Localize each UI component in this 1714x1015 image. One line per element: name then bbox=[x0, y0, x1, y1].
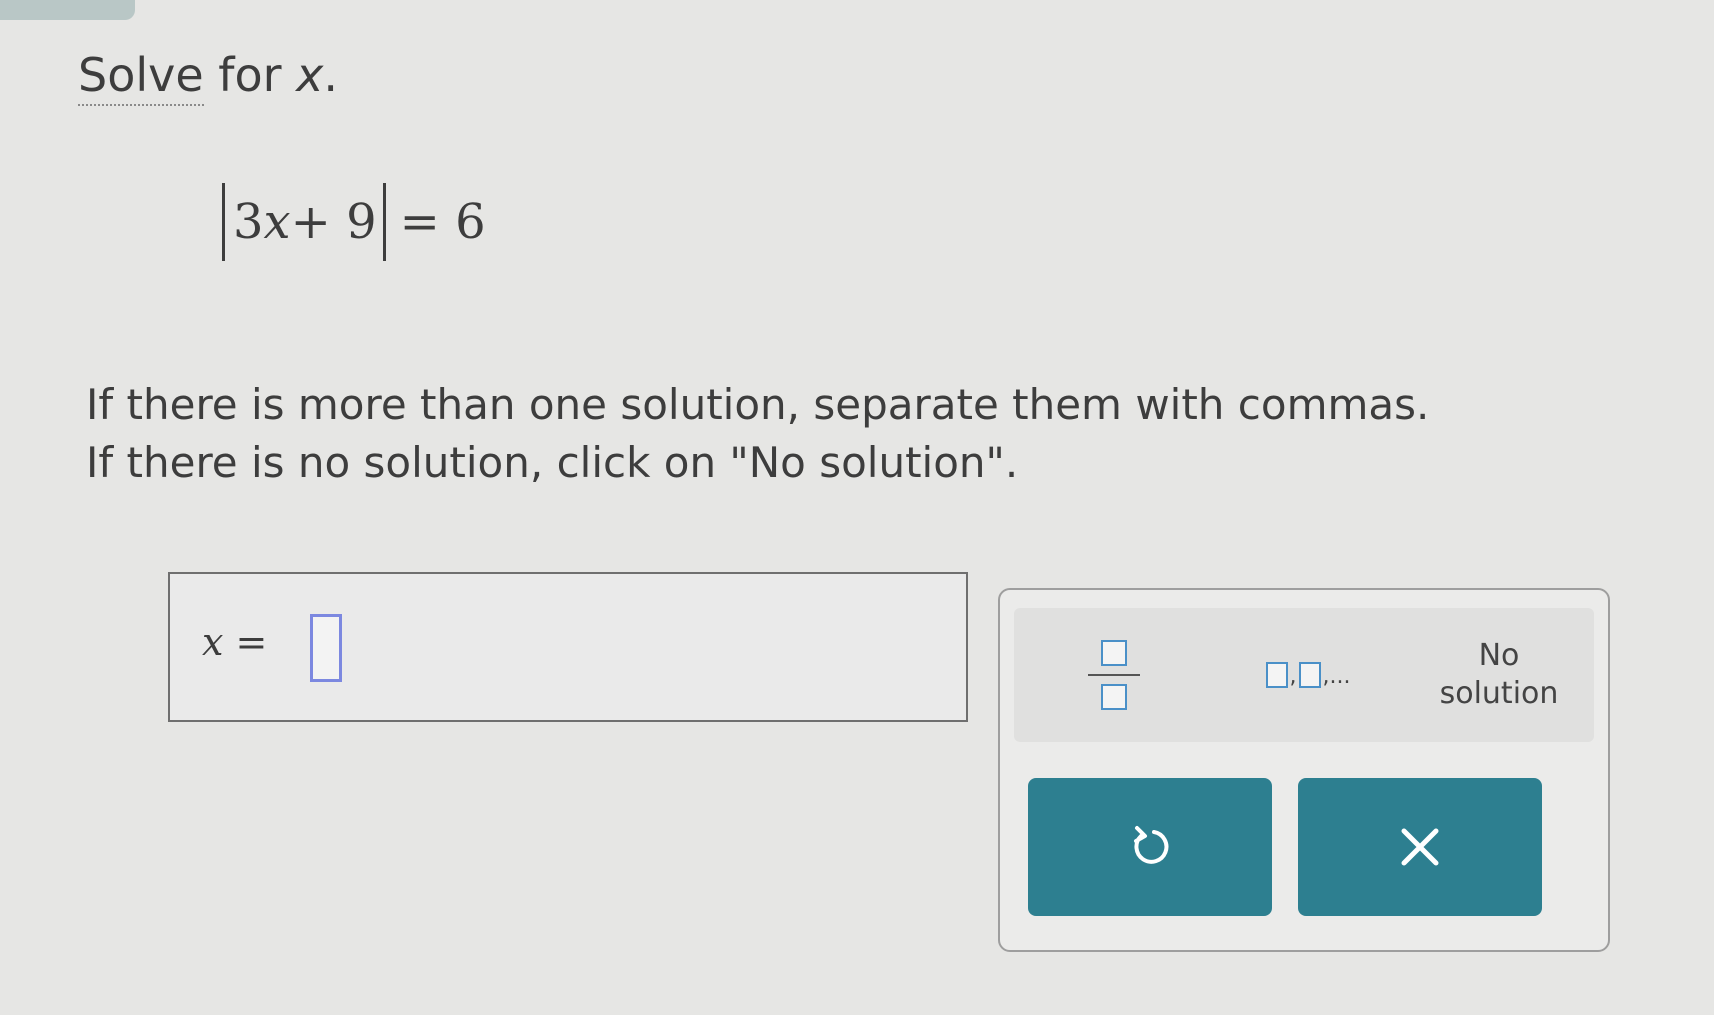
solve-link[interactable]: Solve bbox=[78, 48, 204, 106]
keypad-key-row: ,,... No solution bbox=[1014, 608, 1594, 742]
undo-button[interactable] bbox=[1028, 778, 1272, 916]
equation-coefficient: 3 bbox=[233, 194, 264, 250]
undo-icon bbox=[1134, 826, 1169, 864]
prompt-text: for bbox=[203, 48, 297, 102]
second-box-icon bbox=[1298, 662, 1321, 688]
answer-input[interactable] bbox=[310, 614, 342, 682]
equation: 3 x + 9 = 6 bbox=[222, 180, 486, 264]
absolute-bar-right bbox=[382, 183, 386, 261]
absolute-bar-left bbox=[222, 183, 225, 261]
question-prompt: Solve for x. bbox=[78, 48, 339, 106]
no-solution-line-2: solution bbox=[1439, 676, 1559, 711]
solution-list-button[interactable]: ,,... bbox=[1214, 608, 1404, 742]
list-ellipsis: ,... bbox=[1322, 664, 1351, 689]
clear-button[interactable] bbox=[1298, 778, 1542, 916]
no-solution-button[interactable]: No solution bbox=[1404, 608, 1594, 742]
answer-variable: x bbox=[202, 620, 224, 664]
answer-equals: = bbox=[223, 620, 268, 664]
denominator-box-icon bbox=[1101, 684, 1127, 710]
prompt-end: . bbox=[323, 48, 339, 102]
instruction-line-2: If there is no solution, click on "No so… bbox=[86, 438, 1019, 487]
prompt-variable: x bbox=[296, 48, 324, 102]
math-keypad: ,,... No solution bbox=[998, 588, 1610, 952]
instructions: If there is more than one solution, sepa… bbox=[86, 376, 1429, 492]
equation-variable: x bbox=[263, 194, 291, 250]
equation-constant: + 9 bbox=[290, 194, 377, 250]
no-solution-label: No solution bbox=[1440, 637, 1559, 713]
close-icon bbox=[1401, 828, 1439, 866]
comma-list-icon: ,,... bbox=[1265, 662, 1353, 689]
fraction-icon bbox=[1088, 640, 1140, 710]
equation-rhs: = 6 bbox=[399, 194, 486, 250]
numerator-box-icon bbox=[1101, 640, 1127, 666]
fraction-button[interactable] bbox=[1014, 608, 1214, 742]
list-separator: , bbox=[1289, 664, 1297, 689]
answer-label: x = bbox=[202, 620, 267, 664]
first-box-icon bbox=[1265, 662, 1288, 688]
instruction-line-1: If there is more than one solution, sepa… bbox=[86, 380, 1430, 429]
fraction-bar-icon bbox=[1088, 674, 1140, 676]
answer-area[interactable]: x = bbox=[168, 572, 968, 722]
no-solution-line-1: No bbox=[1478, 638, 1520, 673]
top-tab bbox=[0, 0, 135, 20]
